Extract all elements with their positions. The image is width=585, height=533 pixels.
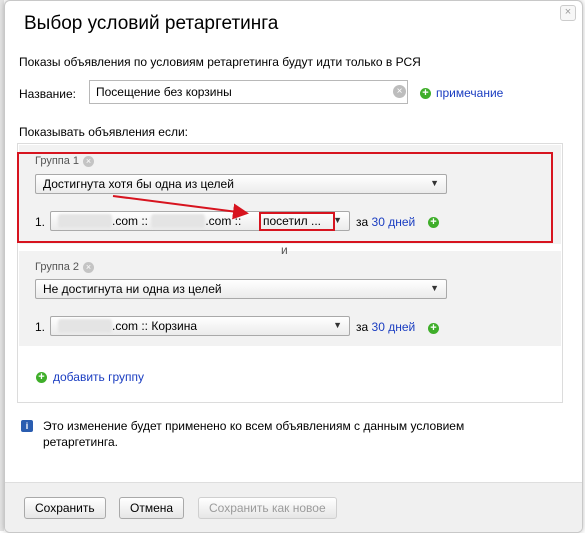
annotation-arrow [112, 195, 249, 220]
save-as-new-button[interactable]: Сохранить как новое [198, 497, 337, 519]
notice-text: Это изменение будет применено ко всем об… [43, 419, 465, 449]
info-icon: i [21, 420, 33, 432]
cancel-button[interactable]: Отмена [119, 497, 185, 519]
retargeting-dialog: Выбор условий ретаргетинга × Показы объя… [4, 0, 583, 533]
save-button[interactable]: Сохранить [24, 497, 106, 519]
dialog-footer: Сохранить Отмена Сохранить как новое [5, 482, 582, 532]
